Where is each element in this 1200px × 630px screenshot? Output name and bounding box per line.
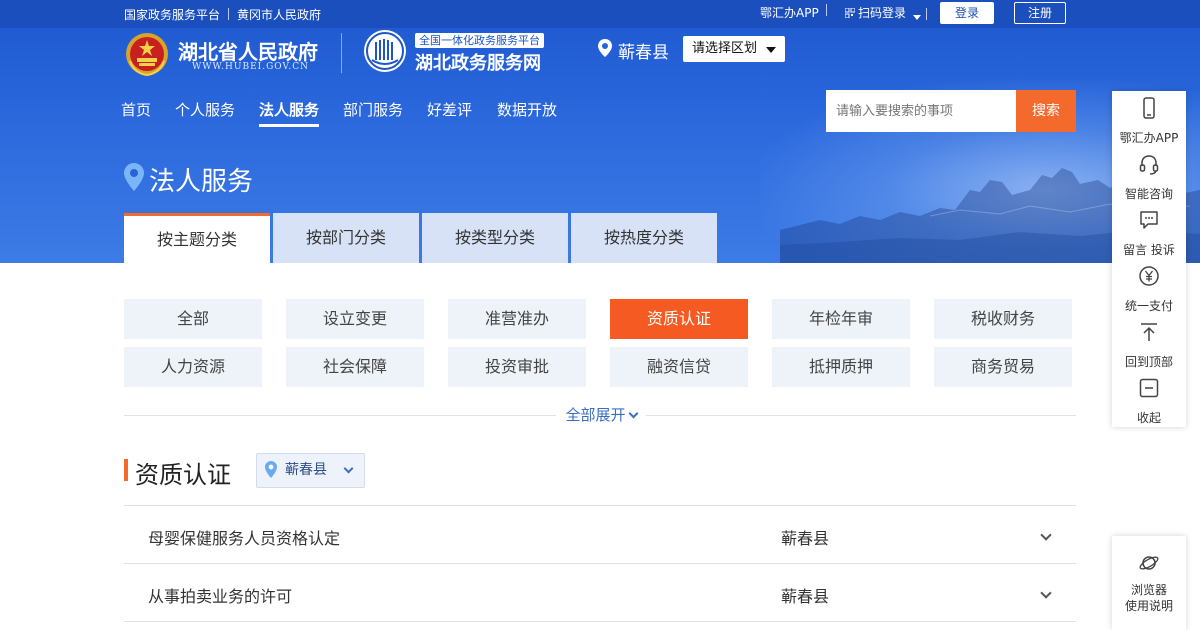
platform-name[interactable]: 湖北政务服务网 (415, 49, 541, 75)
search-input[interactable] (826, 90, 1016, 132)
logo-divider (341, 33, 342, 73)
list-divider (124, 505, 1076, 506)
page: 国家政务服务平台 黄冈市人民政府 鄂汇办APP 扫码登录 登录 注册 湖北省人民政… (0, 0, 1200, 630)
nav-department-services[interactable]: 部门服务 (343, 99, 403, 120)
chevron-down-icon[interactable] (1040, 587, 1052, 599)
site-title[interactable]: 湖北省人民政府 (178, 36, 318, 65)
list-divider (124, 621, 1076, 622)
nav-personal-services[interactable]: 个人服务 (175, 99, 235, 120)
float-consult[interactable]: 智能咨询 (1112, 147, 1186, 203)
to-top-icon (1141, 323, 1157, 341)
location-pin-icon (598, 39, 612, 57)
scan-login-link[interactable]: 扫码登录 (858, 4, 906, 21)
category-mortgage-pledge[interactable]: 抵押质押 (772, 347, 910, 387)
category-qualification[interactable]: 资质认证 (610, 299, 748, 339)
separator (926, 8, 927, 20)
category-tax-finance[interactable]: 税收财务 (934, 299, 1072, 339)
tab-by-theme[interactable]: 按主题分类 (124, 213, 270, 263)
area-filter-dropdown[interactable]: 蕲春县 (256, 453, 365, 488)
tab-by-popularity[interactable]: 按热度分类 (571, 213, 717, 263)
float-payment[interactable]: 统一支付 (1112, 259, 1186, 315)
register-button[interactable]: 注册 (1014, 2, 1066, 24)
top-utility-bar: 国家政务服务平台 黄冈市人民政府 鄂汇办APP 扫码登录 登录 注册 (0, 0, 1200, 28)
category-investment-approval[interactable]: 投资审批 (448, 347, 586, 387)
top-links: 国家政务服务平台 黄冈市人民政府 (124, 6, 321, 23)
float-collapse-label: 收起 (1136, 411, 1161, 425)
nav-rating[interactable]: 好差评 (427, 99, 472, 120)
category-human-resources[interactable]: 人力资源 (124, 347, 262, 387)
link-huanggang-gov[interactable]: 黄冈市人民政府 (237, 8, 321, 22)
separator (228, 8, 230, 20)
category-all[interactable]: 全部 (124, 299, 262, 339)
collapse-icon (1139, 378, 1159, 398)
float-consult-label: 智能咨询 (1124, 187, 1173, 201)
page-title: 法人服务 (149, 167, 254, 197)
item-area: 蕲春县 (781, 587, 830, 606)
login-button[interactable]: 登录 (940, 2, 994, 24)
message-icon (1140, 211, 1158, 229)
region-select-label: 请选择区划 (692, 41, 758, 56)
float-feedback-label: 留言 投诉 (1123, 243, 1175, 257)
category-annual-inspection[interactable]: 年检年审 (772, 299, 910, 339)
browser-help-line2: 使用说明 (1124, 599, 1173, 613)
float-app-label: 鄂汇办APP (1119, 131, 1179, 145)
category-business-permit[interactable]: 准营准办 (448, 299, 586, 339)
link-national-platform[interactable]: 国家政务服务平台 (124, 8, 220, 22)
browser-icon (1139, 556, 1159, 570)
section-accent-bar (124, 459, 128, 481)
national-emblem-icon[interactable] (124, 31, 170, 77)
caret-down-icon (913, 9, 921, 23)
float-back-to-top-label: 回到顶部 (1124, 355, 1173, 369)
category-financing-credit[interactable]: 融资信贷 (610, 347, 748, 387)
phone-icon (1143, 97, 1155, 119)
platform-badge: 全国一体化政务服务平台 (415, 33, 544, 48)
site-url: WWW.HUBEI.GOV.CN (192, 62, 310, 72)
region-select[interactable]: 请选择区划 (683, 36, 785, 62)
tab-by-department[interactable]: 按部门分类 (273, 213, 419, 263)
item-name[interactable]: 从事拍卖业务的许可 (148, 583, 292, 607)
expand-all-label: 全部展开 (565, 406, 626, 424)
floating-toolbar: 鄂汇办APP 智能咨询 留言 投诉 统一支付 回到顶部 收起 (1112, 91, 1186, 427)
area-filter-label: 蕲春县 (285, 462, 327, 478)
browser-help-line1: 浏览器 (1130, 583, 1167, 597)
float-app[interactable]: 鄂汇办APP (1112, 91, 1186, 147)
qr-code-icon (844, 7, 856, 21)
expand-all-button[interactable]: 全部展开 (556, 404, 646, 426)
chevron-down-icon[interactable] (1040, 529, 1052, 541)
headset-icon (1139, 155, 1159, 175)
nav-open-data[interactable]: 数据开放 (497, 99, 557, 120)
location-pin-icon (124, 163, 144, 191)
section-title: 资质认证 (135, 461, 231, 489)
category-commerce-trade[interactable]: 商务贸易 (934, 347, 1072, 387)
float-back-to-top[interactable]: 回到顶部 (1112, 315, 1186, 371)
app-link[interactable]: 鄂汇办APP (760, 4, 819, 21)
yuan-icon (1139, 266, 1159, 286)
category-establish-change[interactable]: 设立变更 (286, 299, 424, 339)
float-payment-label: 统一支付 (1124, 299, 1173, 313)
float-feedback[interactable]: 留言 投诉 (1112, 203, 1186, 259)
location-pin-icon (265, 461, 277, 478)
search-button[interactable]: 搜索 (1016, 90, 1076, 132)
caret-down-icon (766, 47, 776, 53)
platform-logo-icon[interactable] (362, 28, 408, 74)
browser-help-button[interactable]: 浏览器 使用说明 (1112, 536, 1186, 630)
nav-corporate-services[interactable]: 法人服务 (259, 99, 320, 127)
category-social-security[interactable]: 社会保障 (286, 347, 424, 387)
browser-help-label: 浏览器 使用说明 (1112, 582, 1186, 614)
item-name[interactable]: 母婴保健服务人员资格认定 (148, 525, 340, 549)
nav-home[interactable]: 首页 (121, 99, 151, 120)
item-area: 蕲春县 (781, 529, 830, 548)
float-collapse[interactable]: 收起 (1112, 371, 1186, 427)
current-location: 蕲春县 (618, 43, 669, 63)
list-divider (124, 563, 1076, 564)
tab-by-type[interactable]: 按类型分类 (422, 213, 568, 263)
chevron-down-icon (628, 408, 638, 419)
separator (826, 4, 827, 16)
chevron-down-icon (343, 463, 354, 474)
